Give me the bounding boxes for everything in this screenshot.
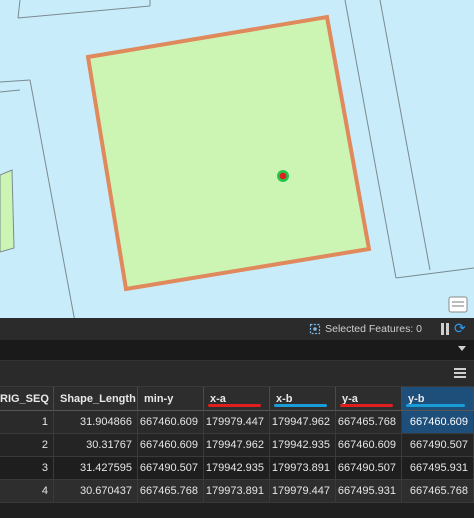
table-cell[interactable]: 30.670437 — [54, 480, 138, 503]
refresh-icon[interactable]: ⟳ — [454, 321, 468, 335]
column-header-x-b[interactable]: x-b — [270, 387, 336, 411]
column-header-rig-seq[interactable]: RIG_SEQ — [0, 387, 54, 411]
column-header-label: RIG_SEQ — [0, 393, 49, 405]
column-header-min-y[interactable]: min-y — [138, 387, 204, 411]
table-cell[interactable]: 667490.507 — [336, 457, 402, 480]
table-cell[interactable]: 667465.768 — [336, 411, 402, 434]
table-cell[interactable]: 667495.931 — [402, 457, 474, 480]
column-header-x-a[interactable]: x-a — [204, 387, 270, 411]
annotation-underline — [274, 404, 327, 407]
selected-parcel[interactable] — [85, 14, 372, 292]
point-marker[interactable] — [279, 172, 287, 180]
table-cell[interactable]: 1 — [0, 411, 54, 434]
table-cell[interactable]: 4 — [0, 480, 54, 503]
adjacent-parcel[interactable] — [0, 169, 15, 253]
table-cell[interactable]: 179979.447 — [270, 480, 336, 503]
selected-features-label: Selected Features: 0 — [325, 323, 422, 335]
map-canvas[interactable] — [0, 0, 474, 322]
table-cell[interactable]: 179942.935 — [270, 434, 336, 457]
table-cell[interactable]: 667490.507 — [402, 434, 474, 457]
attribute-pane-header — [0, 340, 474, 361]
table-cell[interactable]: 667460.609 — [138, 434, 204, 457]
table-cell[interactable]: 179979.447 — [204, 411, 270, 434]
table-cell[interactable]: 667495.931 — [336, 480, 402, 503]
table-cell[interactable]: 31.427595 — [54, 457, 138, 480]
table-cell[interactable]: 179973.891 — [204, 480, 270, 503]
map-view[interactable] — [0, 0, 474, 322]
table-cell[interactable]: 3 — [0, 457, 54, 480]
annotation-underline — [340, 404, 393, 407]
pause-icon[interactable] — [440, 323, 450, 335]
column-header-shape-length[interactable]: Shape_Length — [54, 387, 138, 411]
annotation-underline — [406, 404, 465, 407]
table-cell[interactable]: 179973.891 — [270, 457, 336, 480]
column-header-label: Shape_Length — [60, 393, 136, 405]
table-cell[interactable]: 179947.962 — [204, 434, 270, 457]
table-cell[interactable]: 2 — [0, 434, 54, 457]
table-cell[interactable]: 667460.609 — [138, 411, 204, 434]
attribute-table: RIG_SEQ Shape_Length min-y x-a x-b y-a y-b 1 31.… — [0, 387, 474, 518]
column-header-y-a[interactable]: y-a — [336, 387, 402, 411]
column-header-label: min-y — [144, 393, 174, 405]
table-cell[interactable]: 31.904866 — [54, 411, 138, 434]
selected-features-indicator[interactable]: Selected Features: 0 — [309, 323, 422, 335]
table-cell[interactable]: 667490.507 — [138, 457, 204, 480]
map-tip-icon[interactable] — [448, 296, 468, 313]
column-header-y-b[interactable]: y-b — [402, 387, 474, 411]
table-cell[interactable]: 667460.609 — [336, 434, 402, 457]
menu-icon[interactable] — [454, 368, 466, 378]
table-cell[interactable]: 667460.609 — [402, 411, 474, 434]
chevron-down-icon[interactable] — [458, 346, 466, 351]
table-cell[interactable]: 667465.768 — [402, 480, 474, 503]
table-cell[interactable]: 179947.962 — [270, 411, 336, 434]
table-toolbar — [0, 361, 474, 387]
selection-icon — [310, 323, 321, 335]
status-bar: Selected Features: 0 ⟳ — [0, 318, 474, 340]
table-cell[interactable]: 30.31767 — [54, 434, 138, 457]
annotation-underline — [208, 404, 261, 407]
table-cell[interactable]: 179942.935 — [204, 457, 270, 480]
table-cell[interactable]: 667465.768 — [138, 480, 204, 503]
